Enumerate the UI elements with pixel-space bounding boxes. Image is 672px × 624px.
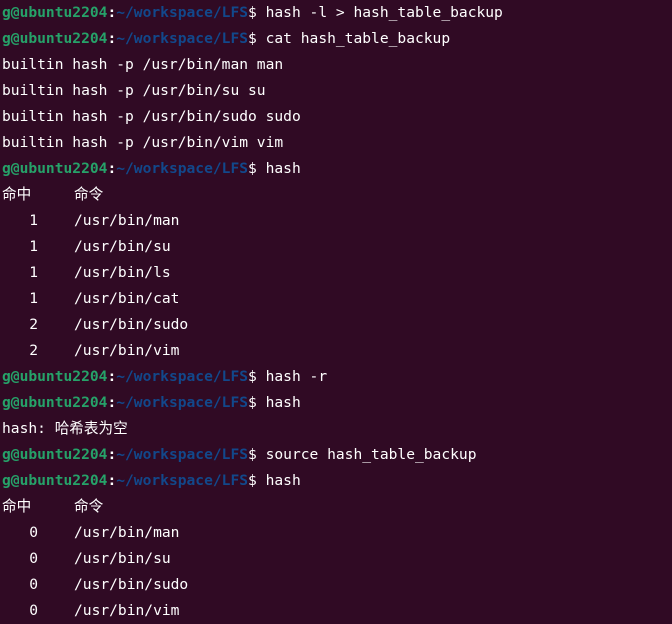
prompt-user-host: g@ubuntu2204 (2, 472, 108, 489)
command-text: hash (265, 472, 301, 489)
hits-count: 1 (29, 238, 38, 255)
output-text: builtin hash -p /usr/bin/vim vim (2, 134, 284, 151)
prompt-dollar: $ (248, 30, 266, 47)
hits-column-header: 命中 (2, 186, 32, 203)
output-line: builtin hash -p /usr/bin/vim vim (2, 130, 672, 156)
prompt-path: ~/workspace/LFS (116, 446, 249, 463)
command-line: g@ubuntu2204:~/workspace/LFS$ cat hash_t… (2, 26, 672, 52)
command-line: g@ubuntu2204:~/workspace/LFS$ hash -r (2, 364, 672, 390)
prompt-dollar: $ (248, 160, 266, 177)
prompt-path: ~/workspace/LFS (116, 394, 249, 411)
command-path: /usr/bin/su (74, 550, 171, 567)
hits-count: 0 (29, 602, 38, 619)
hash-table-row: 0/usr/bin/man (2, 520, 672, 546)
output-text: builtin hash -p /usr/bin/man man (2, 56, 284, 73)
prompt-dollar: $ (248, 472, 266, 489)
prompt-dollar: $ (248, 4, 266, 21)
command-path: /usr/bin/ls (74, 264, 171, 281)
command-text: hash (265, 160, 301, 177)
hash-table-row: 2/usr/bin/sudo (2, 312, 672, 338)
prompt-colon: : (107, 368, 117, 385)
command-line: g@ubuntu2204:~/workspace/LFS$ hash (2, 156, 672, 182)
hash-table-row: 1/usr/bin/man (2, 208, 672, 234)
prompt-colon: : (107, 4, 117, 21)
prompt-colon: : (107, 472, 117, 489)
hits-column-header: 命中 (2, 498, 32, 515)
hits-count: 1 (29, 290, 38, 307)
hits-count: 0 (29, 524, 38, 541)
command-path: /usr/bin/man (74, 212, 180, 229)
command-line: g@ubuntu2204:~/workspace/LFS$ hash -l > … (2, 0, 672, 26)
prompt-colon: : (107, 446, 117, 463)
prompt-colon: : (107, 30, 117, 47)
command-text: source hash_table_backup (265, 446, 477, 463)
command-path: /usr/bin/man (74, 524, 180, 541)
prompt-path: ~/workspace/LFS (116, 472, 249, 489)
prompt-path: ~/workspace/LFS (116, 30, 249, 47)
prompt-dollar: $ (248, 368, 266, 385)
command-path: /usr/bin/vim (74, 602, 180, 619)
output-line: builtin hash -p /usr/bin/su su (2, 78, 672, 104)
hits-count: 1 (29, 212, 38, 229)
command-line: g@ubuntu2204:~/workspace/LFS$ source has… (2, 442, 672, 468)
prompt-path: ~/workspace/LFS (116, 368, 249, 385)
command-path: /usr/bin/cat (74, 290, 180, 307)
command-line: g@ubuntu2204:~/workspace/LFS$ hash (2, 390, 672, 416)
hash-table-row: 0/usr/bin/vim (2, 598, 672, 624)
output-text: builtin hash -p /usr/bin/sudo sudo (2, 108, 301, 125)
hits-count: 0 (29, 576, 38, 593)
command-path: /usr/bin/sudo (74, 576, 189, 593)
hits-count: 2 (29, 342, 38, 359)
output-text: builtin hash -p /usr/bin/su su (2, 82, 266, 99)
prompt-dollar: $ (248, 394, 266, 411)
output-line: hash: 哈希表为空 (2, 416, 672, 442)
hash-table-header: 命中 命令 (2, 494, 672, 520)
command-line: g@ubuntu2204:~/workspace/LFS$ hash (2, 468, 672, 494)
prompt-user-host: g@ubuntu2204 (2, 4, 108, 21)
hits-count: 2 (29, 316, 38, 333)
hits-count: 0 (29, 550, 38, 567)
hash-table-row: 0/usr/bin/su (2, 546, 672, 572)
command-path: /usr/bin/su (74, 238, 171, 255)
command-path: /usr/bin/vim (74, 342, 180, 359)
prompt-user-host: g@ubuntu2204 (2, 30, 108, 47)
command-text: hash -r (265, 368, 328, 385)
prompt-colon: : (107, 160, 117, 177)
hash-table-row: 1/usr/bin/cat (2, 286, 672, 312)
prompt-path: ~/workspace/LFS (116, 160, 249, 177)
hash-table-row: 2/usr/bin/vim (2, 338, 672, 364)
prompt-colon: : (107, 394, 117, 411)
prompt-user-host: g@ubuntu2204 (2, 368, 108, 385)
terminal-output[interactable]: g@ubuntu2204:~/workspace/LFS$ hash -l > … (0, 0, 672, 624)
prompt-user-host: g@ubuntu2204 (2, 160, 108, 177)
command-column-header: 命令 (74, 498, 104, 515)
hits-count: 1 (29, 264, 38, 281)
prompt-dollar: $ (248, 446, 266, 463)
hash-table-row: 1/usr/bin/ls (2, 260, 672, 286)
command-text: hash (265, 394, 301, 411)
command-path: /usr/bin/sudo (74, 316, 189, 333)
output-line: builtin hash -p /usr/bin/man man (2, 52, 672, 78)
hash-table-row: 1/usr/bin/su (2, 234, 672, 260)
prompt-path: ~/workspace/LFS (116, 4, 249, 21)
prompt-user-host: g@ubuntu2204 (2, 394, 108, 411)
prompt-user-host: g@ubuntu2204 (2, 446, 108, 463)
command-column-header: 命令 (74, 186, 104, 203)
output-line: builtin hash -p /usr/bin/sudo sudo (2, 104, 672, 130)
command-text: hash -l > hash_table_backup (265, 4, 503, 21)
hash-table-row: 0/usr/bin/sudo (2, 572, 672, 598)
output-text: hash: 哈希表为空 (2, 420, 128, 437)
command-text: cat hash_table_backup (265, 30, 451, 47)
hash-table-header: 命中 命令 (2, 182, 672, 208)
